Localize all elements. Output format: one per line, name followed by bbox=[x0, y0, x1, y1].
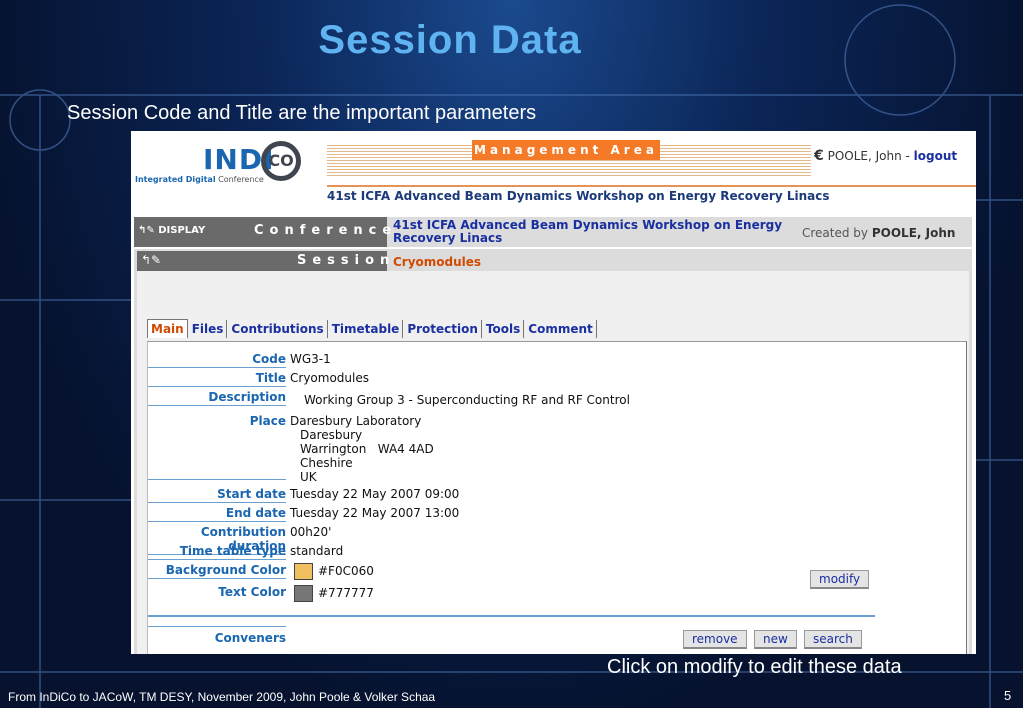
title-label: Title bbox=[148, 371, 286, 387]
conference-label-block: ↰✎ DISPLAY Conference bbox=[134, 217, 391, 247]
display-label: DISPLAY bbox=[158, 225, 206, 236]
background-color-label: Background Color bbox=[148, 563, 286, 579]
search-button[interactable]: search bbox=[804, 630, 862, 649]
tab-protection[interactable]: Protection bbox=[404, 320, 482, 338]
tab-files[interactable]: Files bbox=[189, 320, 228, 338]
slide-page-number: 5 bbox=[1004, 688, 1012, 703]
conveners-label: Conveners bbox=[148, 626, 286, 646]
address-line: Cheshire bbox=[300, 456, 353, 470]
logo-subtitle-strong: Integrated Digital bbox=[135, 175, 216, 184]
text-color-label: Text Color bbox=[218, 585, 286, 599]
slide-title: Session Data bbox=[318, 18, 582, 62]
address-line: Warrington WA4 4AD bbox=[300, 442, 434, 456]
background-color-swatch bbox=[294, 563, 313, 580]
tab-comment[interactable]: Comment bbox=[525, 320, 597, 338]
slide-subtitle: Session Code and Title are the important… bbox=[67, 102, 537, 124]
address-line: UK bbox=[300, 470, 317, 484]
timetable-type-label: Time table type bbox=[148, 544, 286, 560]
session-label: Session bbox=[297, 253, 396, 268]
place-divider bbox=[148, 479, 286, 480]
place-name: Daresbury Laboratory bbox=[290, 414, 422, 428]
session-name: Cryomodules bbox=[393, 255, 482, 269]
logo-co-icon: CO bbox=[261, 141, 301, 181]
tab-contributions[interactable]: Contributions bbox=[228, 320, 328, 338]
cc-icon: € bbox=[814, 148, 824, 164]
logo-subtitle-rest: Conference bbox=[215, 175, 264, 184]
background-color-value: #F0C060 bbox=[294, 563, 374, 580]
modify-button[interactable]: modify bbox=[810, 570, 870, 589]
start-date-value: Tuesday 22 May 2007 09:00 bbox=[290, 487, 460, 501]
text-color-swatch bbox=[294, 585, 313, 602]
creator-name: POOLE, John bbox=[871, 226, 956, 240]
tab-tools[interactable]: Tools bbox=[483, 320, 525, 338]
conference-bar: ↰✎ DISPLAY Conference 41st ICFA Advanced… bbox=[134, 217, 972, 247]
text-color-value: #777777 bbox=[294, 585, 374, 602]
session-edit-icon[interactable]: ↰✎ bbox=[141, 253, 161, 267]
tab-timetable[interactable]: Timetable bbox=[329, 320, 404, 338]
session-tabs: Main Files Contributions Timetable Protectio… bbox=[147, 319, 598, 339]
code-label: Code bbox=[148, 352, 286, 368]
session-label-block: ↰✎ Session bbox=[137, 251, 389, 271]
duration-value: 00h20' bbox=[290, 525, 332, 539]
user-info: € POOLE, John - logout bbox=[814, 148, 957, 164]
address-line: Daresbury bbox=[300, 428, 363, 442]
conference-name[interactable]: 41st ICFA Advanced Beam Dynamics Worksho… bbox=[327, 189, 829, 203]
place-value: Daresbury Laboratory Daresbury Warringto… bbox=[290, 414, 434, 484]
text-color-code: #777777 bbox=[318, 586, 374, 600]
place-label: Place bbox=[249, 414, 286, 428]
end-date-label: End date bbox=[148, 506, 286, 522]
description-label: Description bbox=[148, 390, 286, 406]
display-icon: ↰✎ bbox=[138, 225, 155, 236]
start-date-label: Start date bbox=[148, 487, 286, 503]
session-panel: Main Files Contributions Timetable Protectio… bbox=[134, 249, 972, 654]
remove-button[interactable]: remove bbox=[683, 630, 747, 649]
section-divider bbox=[148, 615, 875, 617]
code-value: WG3-1 bbox=[290, 352, 331, 366]
header-divider bbox=[327, 185, 976, 187]
logo-subtitle: Integrated Digital Conference bbox=[135, 175, 264, 184]
logout-link[interactable]: logout bbox=[914, 149, 957, 163]
timetable-type-value: standard bbox=[290, 544, 344, 558]
title-value: Cryomodules bbox=[290, 371, 369, 385]
description-value: Working Group 3 - Superconducting RF and… bbox=[304, 393, 630, 407]
user-name: POOLE, John - bbox=[827, 149, 914, 163]
slide-note: Click on modify to edit these data bbox=[607, 656, 902, 678]
conference-label: Conference bbox=[254, 223, 398, 238]
background-color-code: #F0C060 bbox=[318, 564, 374, 578]
indico-logo: INDI CO Integrated Digital Conference bbox=[133, 137, 323, 185]
tab-main[interactable]: Main bbox=[147, 319, 188, 338]
new-button[interactable]: new bbox=[754, 630, 797, 649]
slide-footer: From InDiCo to JACoW, TM DESY, November … bbox=[8, 690, 436, 704]
management-area-tab[interactable]: Management Area bbox=[472, 140, 660, 160]
session-body: Main Files Contributions Timetable Protectio… bbox=[137, 271, 969, 654]
display-link[interactable]: ↰✎ DISPLAY bbox=[138, 225, 205, 236]
end-date-value: Tuesday 22 May 2007 13:00 bbox=[290, 506, 460, 520]
created-by-label: Created by bbox=[802, 226, 872, 240]
created-by: Created by POOLE, John bbox=[802, 226, 955, 240]
indico-screenshot: INDI CO Integrated Digital Conference Ma… bbox=[131, 131, 976, 654]
conference-title-link[interactable]: 41st ICFA Advanced Beam Dynamics Worksho… bbox=[393, 219, 793, 245]
session-main-content: Code WG3-1 Title Cryomodules Description Wo… bbox=[147, 341, 967, 654]
